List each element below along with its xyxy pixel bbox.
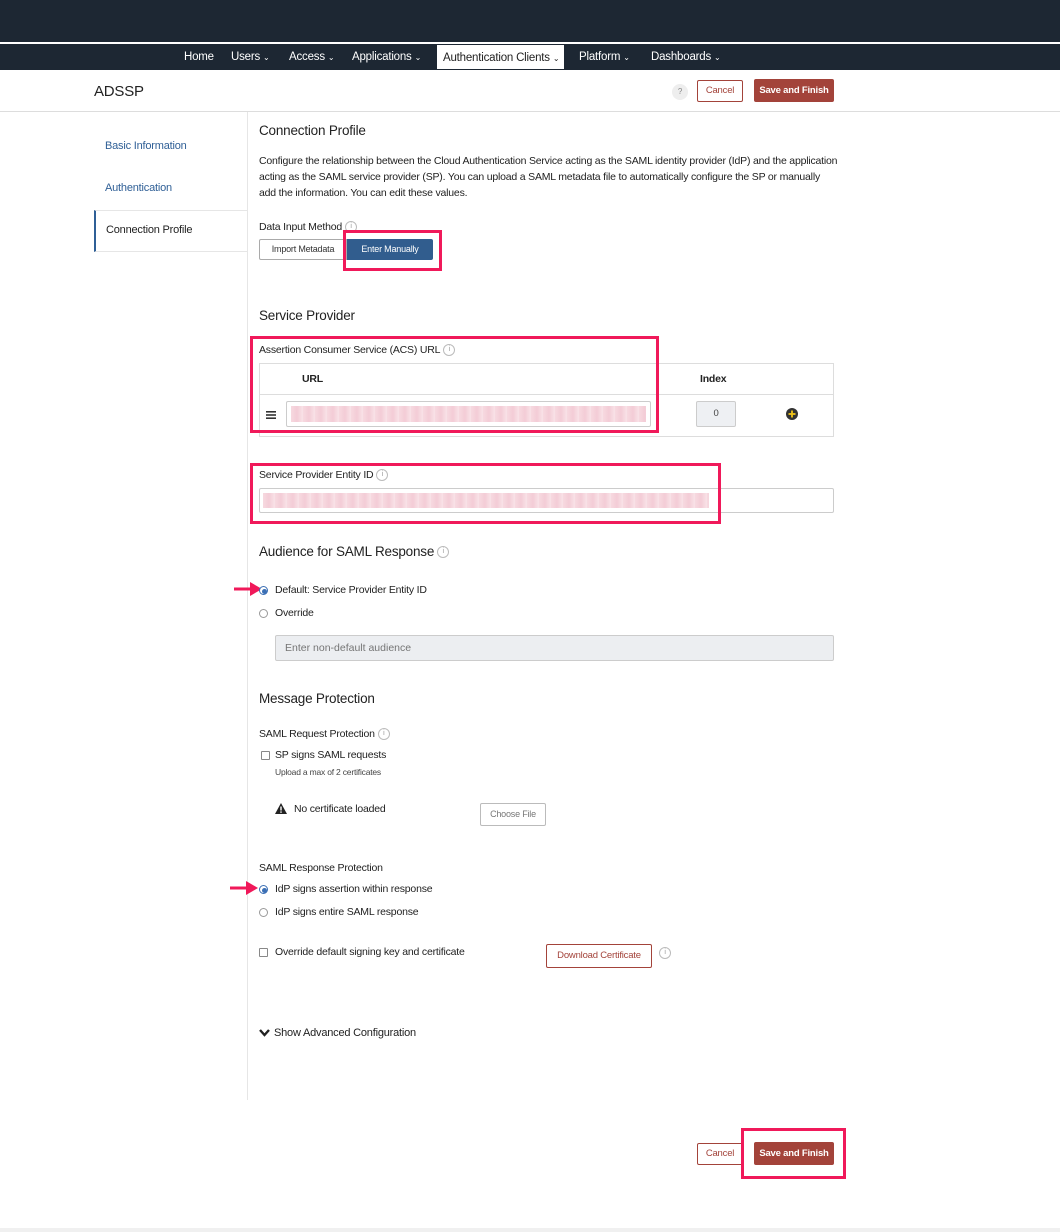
info-icon[interactable]: i [377, 728, 390, 741]
sidebar-item-connection-profile[interactable]: Connection Profile [106, 224, 192, 236]
sidebar-item-authentication[interactable]: Authentication [105, 182, 172, 194]
section-title-audience: Audience for SAML Response i [259, 544, 450, 559]
highlight-box [741, 1128, 846, 1179]
section-title-connection-profile: Connection Profile [259, 123, 366, 138]
label-text: Data Input Method [259, 221, 342, 233]
chevron-down-icon: ⌄ [623, 53, 630, 62]
idp-signs-entire-label: IdP signs entire SAML response [275, 906, 419, 918]
saml-request-protection-label: SAML Request Protection i [259, 728, 390, 741]
chevron-down-icon: ⌄ [327, 53, 335, 62]
nav-item-platform[interactable]: Platform ⌄ [579, 44, 630, 70]
column-header-index: Index [700, 373, 727, 385]
nav-item-authentication-clients[interactable]: Authentication Clients ⌄ [436, 44, 565, 70]
highlight-box [250, 336, 659, 433]
override-signing-key-checkbox[interactable] [259, 948, 268, 957]
upload-hint: Upload a max of 2 certificates [275, 767, 381, 777]
chevron-down-icon: ⌄ [552, 54, 560, 63]
audience-default-label: Default: Service Provider Entity ID [275, 584, 427, 596]
sp-signs-requests-label: SP signs SAML requests [275, 749, 387, 761]
chevron-down-icon: ⌄ [714, 53, 721, 62]
add-circle-icon[interactable] [786, 408, 798, 420]
nav-label: Access [289, 51, 325, 63]
audience-override-input[interactable] [275, 635, 834, 661]
nav-item-home[interactable]: Home [184, 44, 214, 70]
nav-label: Home [184, 51, 214, 63]
chevron-down-icon: ⌄ [414, 53, 422, 62]
bottom-edge [0, 1228, 1060, 1232]
help-icon[interactable]: ? [672, 84, 688, 100]
no-certificate-label: No certificate loaded [294, 803, 386, 815]
top-banner [0, 0, 1060, 42]
warning-icon [275, 803, 287, 814]
page-title: ADSSP [94, 83, 144, 100]
section-title-text: Audience for SAML Response [259, 544, 435, 559]
chevron-down-icon [259, 1029, 270, 1037]
nav-item-dashboards[interactable]: Dashboards ⌄ [651, 44, 721, 70]
override-signing-key-label: Override default signing key and certifi… [275, 946, 465, 958]
sidebar-divider [247, 112, 248, 1100]
save-and-finish-button[interactable]: Save and Finish [754, 79, 834, 102]
import-metadata-button[interactable]: Import Metadata [259, 239, 347, 260]
audience-default-radio[interactable] [259, 586, 268, 595]
idp-signs-assertion-label: IdP signs assertion within response [275, 883, 433, 895]
audience-override-radio[interactable] [259, 609, 268, 618]
connection-profile-description: Configure the relationship between the C… [259, 155, 838, 199]
nav-label: Dashboards [651, 51, 712, 63]
section-title-message-protection: Message Protection [259, 691, 375, 706]
arrow-pointer-icon [230, 881, 258, 895]
info-icon[interactable]: i [659, 947, 671, 959]
sidebar-item-basic-information[interactable]: Basic Information [105, 140, 187, 152]
nav-item-access[interactable]: Access ⌄ [289, 44, 335, 70]
download-certificate-button[interactable]: Download Certificate [546, 944, 652, 968]
section-title-service-provider: Service Provider [259, 308, 355, 323]
highlight-box [343, 230, 442, 271]
app-header [0, 70, 1060, 112]
sp-signs-requests-checkbox[interactable] [261, 751, 270, 760]
nav-label: Applications [352, 51, 412, 63]
choose-file-button[interactable]: Choose File [480, 803, 546, 826]
nav-item-applications[interactable]: Applications ⌄ [352, 44, 421, 70]
highlight-box [250, 463, 721, 524]
info-icon[interactable]: i [437, 546, 450, 559]
saml-response-protection-label: SAML Response Protection [259, 862, 383, 874]
chevron-down-icon: ⌄ [263, 53, 270, 62]
nav-label: Platform [579, 51, 621, 63]
idp-signs-assertion-radio[interactable] [259, 885, 268, 894]
acs-index-input[interactable]: 0 [696, 401, 736, 427]
advanced-label: Show Advanced Configuration [274, 1027, 416, 1039]
show-advanced-configuration-toggle[interactable]: Show Advanced Configuration [259, 1027, 416, 1039]
cancel-button[interactable]: Cancel [697, 80, 743, 102]
footer-cancel-button[interactable]: Cancel [697, 1143, 743, 1165]
audience-override-label: Override [275, 607, 314, 619]
nav-label: Users [231, 51, 261, 63]
idp-signs-entire-radio[interactable] [259, 908, 268, 917]
label-text: SAML Request Protection [259, 728, 375, 740]
nav-label: Authentication Clients [443, 52, 550, 64]
nav-item-users[interactable]: Users ⌄ [231, 44, 270, 70]
